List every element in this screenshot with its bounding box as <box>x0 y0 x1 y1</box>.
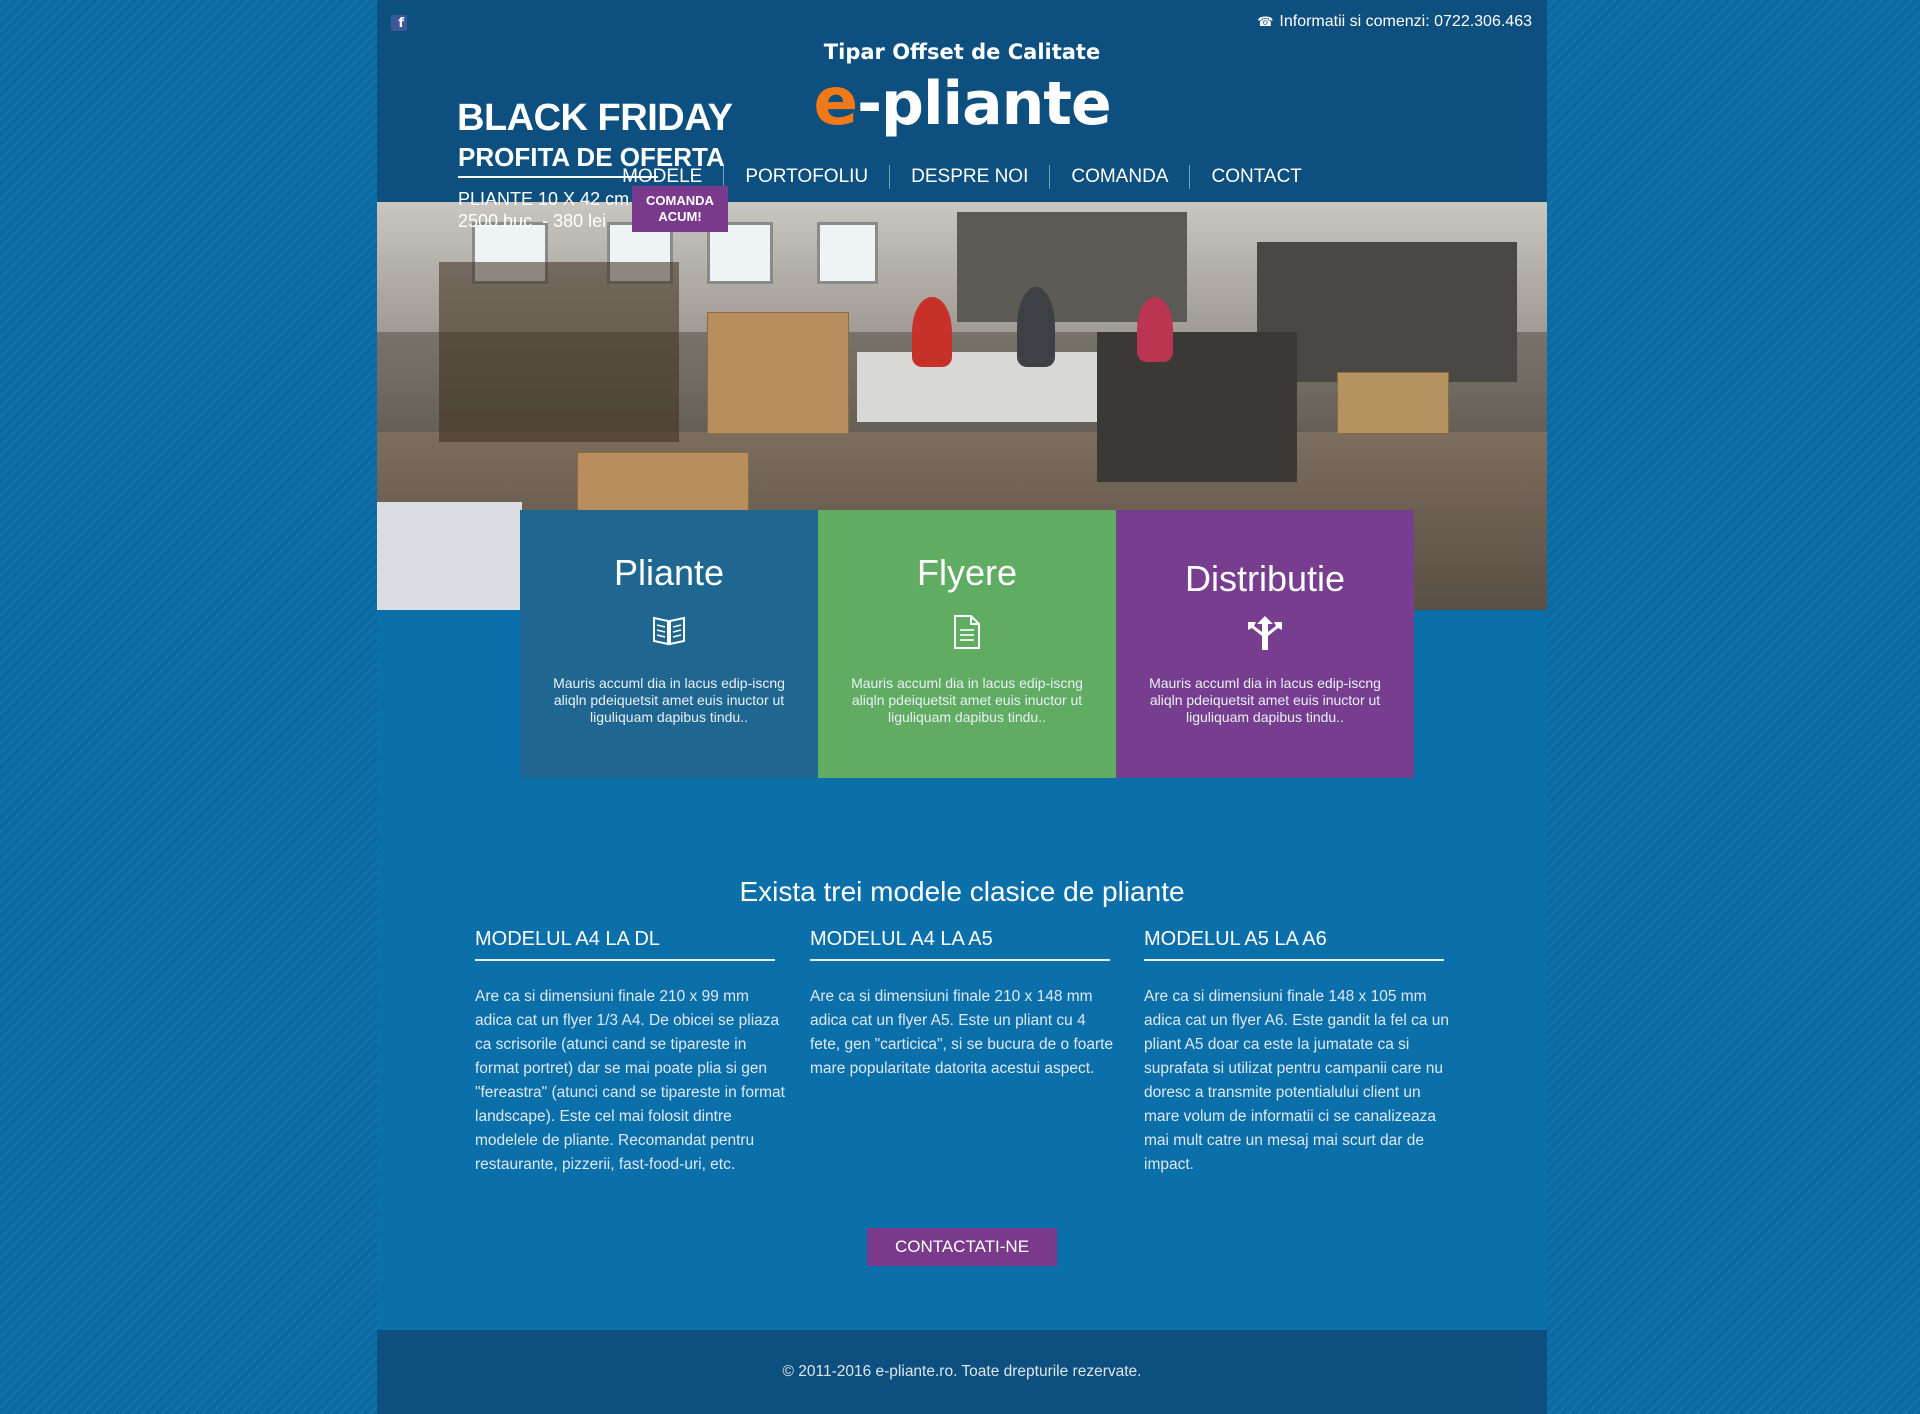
document-icon <box>818 614 1116 654</box>
model-title: MODELUL A4 LA A5 <box>810 928 1110 961</box>
hero-photo-boxes <box>1337 372 1449 434</box>
nav-item-comanda[interactable]: COMANDA <box>1050 165 1189 189</box>
footer: © 2011-2016 e-pliante.ro. Toate drepturi… <box>377 1330 1547 1414</box>
page: f ☎ Informatii si comenzi: 0722.306.463 … <box>377 0 1547 1414</box>
promo-backdrop <box>439 262 679 442</box>
promo-title: BLACK FRIDAY <box>457 97 733 139</box>
promo-offer-price: 2500 buc. - 380 lei <box>458 211 607 231</box>
card-title: Pliante <box>613 552 725 593</box>
order-now-label-1: COMANDA <box>646 193 714 208</box>
card-description: Mauris accuml dia in lacus edip-iscng al… <box>851 675 1083 725</box>
model-column: MODELUL A5 LA A6 Are ca si dimensiuni fi… <box>1144 928 1454 1177</box>
card-distributie[interactable]: Distributie Mauris accuml dia in lacus e… <box>1116 510 1414 778</box>
hero-photo-boxes <box>707 312 849 434</box>
card-flyere[interactable]: Flyere Mauris accuml dia in lacus edip-i… <box>818 510 1116 778</box>
model-description: Are ca si dimensiuni finale 210 x 148 mm… <box>810 988 1114 1077</box>
promo-divider <box>458 176 658 178</box>
model-description: Are ca si dimensiuni finale 148 x 105 mm… <box>1144 988 1450 1173</box>
promo-offer-size: PLIANTE 10 X 42 cm <box>458 189 630 209</box>
tagline: Tipar Offset de Calitate <box>823 40 1101 64</box>
facebook-icon[interactable]: f <box>391 15 407 31</box>
order-now-button[interactable]: COMANDA ACUM! <box>632 186 728 232</box>
service-cards: Pliante Mauris accuml dia in lacus edip-… <box>520 510 1416 778</box>
book-icon <box>520 614 818 654</box>
card-pliante[interactable]: Pliante Mauris accuml dia in lacus edip-… <box>520 510 818 778</box>
card-title: Distributie <box>1184 558 1346 599</box>
logo-suffix: -pliante <box>857 69 1112 139</box>
hero-photo-worker <box>912 297 952 367</box>
hero-photo-machine <box>1097 332 1297 482</box>
card-title: Flyere <box>916 552 1018 593</box>
card-description: Mauris accuml dia in lacus edip-iscng al… <box>1149 675 1381 725</box>
nav-item-portofoliu[interactable]: PORTOFOLIU <box>724 165 889 189</box>
card-description: Mauris accuml dia in lacus edip-iscng al… <box>553 675 785 725</box>
hero-photo-worker <box>1017 287 1055 367</box>
model-title: MODELUL A4 LA DL <box>475 928 775 961</box>
hero-photo-worker <box>1137 297 1173 362</box>
model-description: Are ca si dimensiuni finale 210 x 99 mm … <box>475 988 785 1173</box>
split-arrows-icon <box>1116 614 1414 654</box>
phone-text: Informatii si comenzi: 0722.306.463 <box>1279 13 1532 30</box>
model-title: MODELUL A5 LA A6 <box>1144 928 1444 961</box>
contact-us-button[interactable]: CONTACTATI-NE <box>867 1228 1057 1266</box>
model-column: MODELUL A4 LA A5 Are ca si dimensiuni fi… <box>810 928 1120 1081</box>
nav-item-contact[interactable]: CONTACT <box>1190 165 1322 189</box>
hero-photo-paper <box>377 502 522 610</box>
models-section-title: Exista trei modele clasice de pliante <box>739 876 1185 908</box>
contact-phone: ☎ Informatii si comenzi: 0722.306.463 <box>1257 13 1532 31</box>
nav-item-despre-noi[interactable]: DESPRE NOI <box>890 165 1049 189</box>
hero-photo-window <box>817 222 878 284</box>
model-column: MODELUL A4 LA DL Are ca si dimensiuni fi… <box>475 928 785 1177</box>
promo-subtitle: PROFITA DE OFERTA <box>458 142 725 172</box>
promo-offer: PLIANTE 10 X 42 cm 2500 buc. - 380 lei <box>458 188 629 232</box>
copyright-text: © 2011-2016 e-pliante.ro. Toate drepturi… <box>782 1363 1142 1380</box>
order-now-label-2: ACUM! <box>658 209 702 224</box>
logo-prefix: e <box>813 63 858 140</box>
phone-icon: ☎ <box>1257 14 1274 30</box>
